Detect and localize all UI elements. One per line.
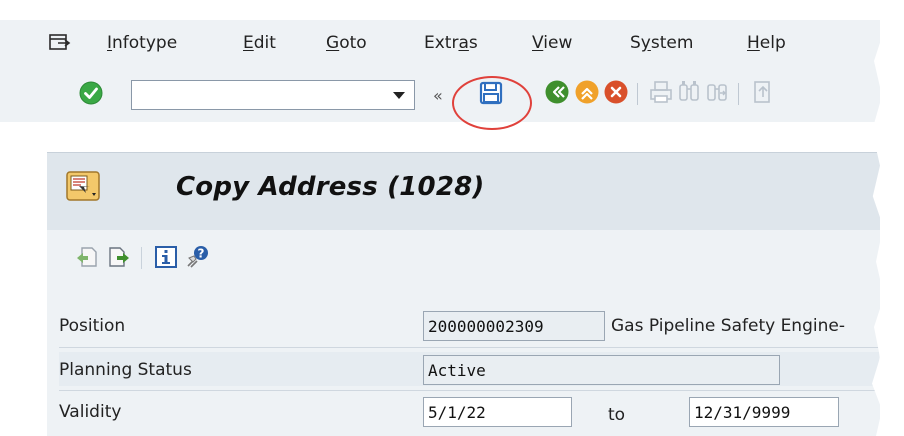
menu-bar: Infotype Edit Goto Extras View System He…: [0, 20, 880, 66]
position-id-field: 200000002309: [423, 311, 605, 341]
planning-status-label: Planning Status: [59, 360, 192, 380]
find-next-icon[interactable]: [704, 79, 730, 105]
application-toolbar: ?: [47, 230, 880, 286]
next-record-icon[interactable]: [107, 245, 131, 269]
menu-goto[interactable]: Goto: [326, 33, 367, 53]
menu-system[interactable]: System: [630, 33, 693, 53]
toolbar-separator: [738, 83, 739, 105]
planning-status-row: Planning Status Active: [59, 352, 879, 386]
standard-toolbar: «: [0, 66, 880, 122]
find-icon[interactable]: [676, 79, 702, 105]
menu-view[interactable]: View: [532, 33, 572, 53]
menu-extras[interactable]: Extras: [424, 33, 478, 53]
validity-label: Validity: [59, 402, 122, 422]
svg-text:?: ?: [198, 247, 205, 261]
valid-from-field[interactable]: 5/1/22: [423, 397, 572, 427]
sap-window: Infotype Edit Goto Extras View System He…: [0, 0, 904, 436]
menu-options-icon[interactable]: [49, 34, 71, 52]
menu-help[interactable]: Help: [747, 33, 786, 53]
first-page-icon[interactable]: [749, 79, 775, 105]
toolbar-separator: [141, 247, 142, 269]
save-highlight-circle: [452, 76, 532, 130]
toolbar-separator: [637, 83, 638, 105]
command-field[interactable]: [131, 80, 415, 110]
command-dropdown-icon[interactable]: [393, 92, 405, 99]
valid-to-field[interactable]: 12/31/9999: [689, 397, 839, 427]
page-title: Copy Address (1028): [176, 172, 485, 202]
back-icon[interactable]: [544, 79, 570, 105]
enter-icon[interactable]: [79, 81, 103, 105]
exit-icon[interactable]: [574, 79, 600, 105]
previous-record-icon[interactable]: [75, 245, 99, 269]
position-label: Position: [59, 316, 126, 336]
planning-status-field: Active: [423, 355, 780, 385]
help-icon[interactable]: ?: [185, 245, 209, 269]
row-divider: [59, 347, 879, 348]
position-description: Gas Pipeline Safety Engine-: [611, 316, 845, 336]
collapse-command-icon[interactable]: «: [433, 86, 443, 105]
menu-edit[interactable]: Edit: [243, 33, 276, 53]
info-icon[interactable]: [154, 245, 178, 269]
menu-infotype[interactable]: Infotype: [107, 33, 177, 53]
validity-row: Validity 5/1/22 to 12/31/9999: [59, 394, 879, 428]
row-divider: [59, 390, 879, 391]
position-row: Position 200000002309 Gas Pipeline Safet…: [59, 308, 879, 342]
print-icon[interactable]: [648, 79, 674, 105]
screen-menu-icon[interactable]: [66, 171, 100, 201]
cancel-icon[interactable]: [603, 79, 629, 105]
validity-to-label: to: [608, 405, 626, 425]
